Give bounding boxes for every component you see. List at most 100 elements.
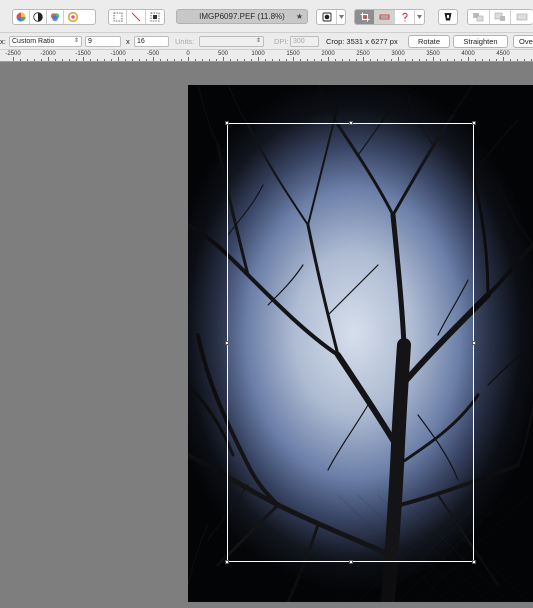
ratio-select-value: Custom Ratio — [12, 38, 55, 45]
help-tool-button[interactable] — [395, 10, 415, 24]
crop-handle-top[interactable] — [349, 121, 353, 125]
ratio-width-field[interactable]: 9 — [85, 36, 121, 47]
ruler-tick — [13, 57, 14, 61]
rgb-button[interactable] — [47, 10, 64, 24]
marquee-select-icon — [113, 12, 123, 22]
crop-handle-left[interactable] — [225, 341, 229, 345]
ruler-tick — [41, 59, 42, 61]
chevron-down-icon — [338, 15, 344, 19]
transform-dropdown[interactable] — [415, 10, 424, 24]
move-select-button[interactable] — [146, 10, 164, 24]
layer-arrange-button-3[interactable] — [511, 10, 533, 24]
layer-arrange-button-2[interactable] — [490, 10, 512, 24]
straighten-button-label: Straighten — [463, 37, 498, 46]
ruler-tick — [468, 57, 469, 61]
crop-handle-bottom-right[interactable] — [472, 560, 476, 564]
ruler-tick — [55, 59, 56, 61]
erase-button[interactable] — [439, 10, 457, 24]
ruler-tick — [97, 59, 98, 61]
crop-options-bar: x: Custom Ratio ⇕ 9 x 16 Units: ⇕ DPI: 3… — [0, 33, 533, 50]
contrast-icon — [33, 12, 43, 22]
contrast-button[interactable] — [30, 10, 47, 24]
straighten-button[interactable]: Straighten — [453, 35, 508, 48]
crop-tool-button[interactable] — [355, 10, 375, 24]
line-tool-button[interactable] — [127, 10, 146, 24]
ruler-tick — [132, 59, 133, 61]
units-label: Units: — [175, 37, 195, 46]
ruler-tick — [335, 59, 336, 61]
document-tab[interactable]: IMGP6097.PEF (11.8%) ★ — [176, 9, 308, 24]
ruler-tick — [20, 59, 21, 61]
mask-icon — [322, 12, 331, 22]
crop-handle-bottom-left[interactable] — [225, 560, 229, 564]
ruler-tick — [202, 59, 203, 61]
ruler-tick — [195, 59, 196, 61]
favorite-star-icon[interactable]: ★ — [296, 12, 303, 21]
overlay-button[interactable]: Ove — [513, 35, 533, 48]
crop-rectangle[interactable] — [225, 121, 476, 564]
dpi-field[interactable]: 300 — [290, 36, 319, 47]
ruler-tick — [307, 59, 308, 61]
ruler-tick — [76, 59, 77, 61]
ruler-tick — [265, 59, 266, 61]
ruler-tick — [27, 59, 28, 61]
cut-off-label: x: — [0, 37, 6, 46]
ruler-tick — [62, 59, 63, 61]
ruler-tick — [188, 57, 189, 61]
mask-dropdown[interactable] — [337, 10, 345, 24]
marquee-select-button[interactable] — [109, 10, 128, 24]
crop-handle-top-left[interactable] — [225, 121, 229, 125]
overlay-button-label: Ove — [519, 37, 533, 46]
units-select[interactable]: ⇕ — [199, 36, 264, 47]
crop-handle-right[interactable] — [472, 341, 476, 345]
layer-arrange-button-1[interactable] — [468, 10, 490, 24]
canvas-area[interactable] — [0, 62, 533, 608]
ruler-tick — [83, 57, 84, 61]
hsl-icon — [67, 12, 78, 22]
straighten-tool-button[interactable] — [375, 10, 395, 24]
ratio-select[interactable]: Custom Ratio ⇕ — [9, 36, 82, 47]
ruler-tick — [412, 59, 413, 61]
ruler-tick — [426, 59, 427, 61]
ruler-tick — [384, 59, 385, 61]
ruler-tick — [223, 57, 224, 61]
ruler-tick — [216, 59, 217, 61]
ruler-tick — [328, 57, 329, 61]
ruler-tick — [160, 59, 161, 61]
rgb-icon — [50, 13, 60, 22]
mask-button[interactable] — [317, 10, 337, 24]
ruler-tick — [251, 59, 252, 61]
transform-tools-group — [354, 9, 425, 25]
ruler-tick — [489, 59, 490, 61]
ruler-tick — [244, 59, 245, 61]
crop-shade-top — [227, 85, 474, 123]
ruler-tick — [391, 59, 392, 61]
dpi-value: 300 — [293, 38, 305, 45]
horizontal-ruler: -2500 -2000 -1500 -1000 -500 0 500 1000 … — [0, 50, 533, 62]
document-title: IMGP6097.PEF (11.8%) — [199, 12, 285, 21]
ruler-tick — [139, 59, 140, 61]
crop-handle-bottom[interactable] — [349, 560, 353, 564]
color-wheel-button[interactable] — [13, 10, 30, 24]
ratio-height-field[interactable]: 16 — [134, 36, 169, 47]
crop-handle-top-right[interactable] — [472, 121, 476, 125]
ruler-tick — [398, 57, 399, 61]
erase-tool-group — [438, 9, 458, 25]
ruler-tick — [517, 59, 518, 61]
ruler-tick — [433, 57, 434, 61]
ruler-tick — [167, 59, 168, 61]
line-icon — [131, 12, 141, 22]
layers-icon — [516, 13, 528, 21]
ruler-tick — [342, 59, 343, 61]
ruler-tick — [69, 59, 70, 61]
ruler-tick — [258, 57, 259, 61]
ruler-tick — [461, 59, 462, 61]
crop-shade-left — [188, 85, 227, 602]
mask-tool-group — [316, 9, 346, 25]
ruler-tick — [286, 59, 287, 61]
crop-size-readout: Crop: 3531 x 6277 px — [326, 37, 398, 46]
ruler-tick — [503, 57, 504, 61]
hsl-button[interactable] — [64, 10, 81, 24]
ruler-tick — [405, 59, 406, 61]
rotate-button[interactable]: Rotate — [408, 35, 450, 48]
